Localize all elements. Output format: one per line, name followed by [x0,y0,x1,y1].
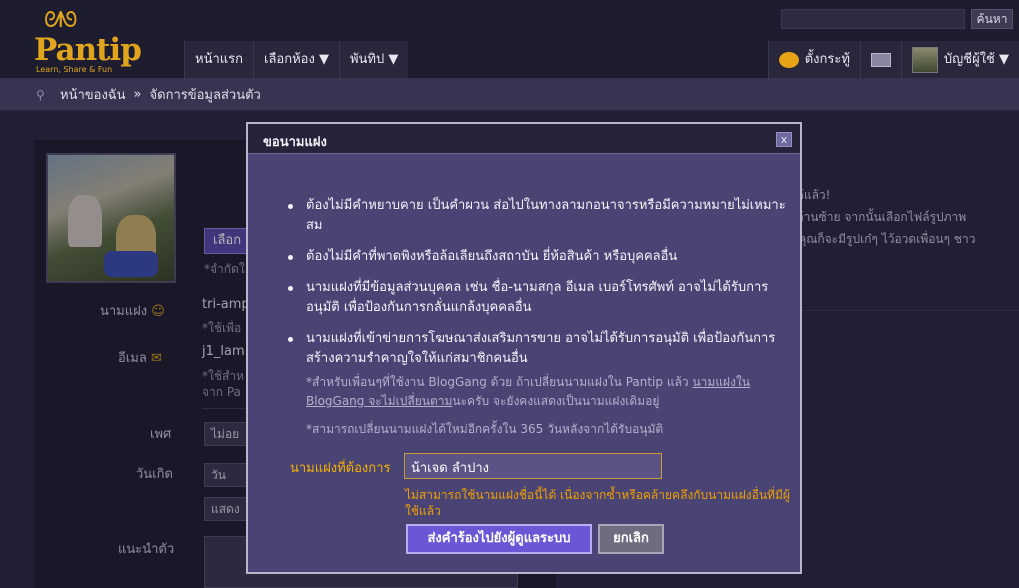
close-icon[interactable]: x [776,132,792,147]
nickname-rules-list: ต้องไม่มีคำหยาบคาย เป็นคำผวน ส่อไปในทางล… [288,196,788,380]
pantip-logo[interactable]: ᘛᘚ Pantip Learn, Share & Fun [30,8,150,74]
breadcrumb-separator: » [133,87,142,102]
submit-request-button[interactable]: ส่งคำร้องไปยังผู้ดูแลระบบ [406,524,592,554]
new-post-button[interactable]: ตั้งกระทู้ [767,41,860,78]
desired-nickname-label: นามแฝงที่ต้องการ [290,461,391,476]
account-label: บัญชีผู้ใช้ ▼ [943,52,1009,67]
desired-nickname-input[interactable]: น้าเจด ลำปาง [404,453,662,479]
user-nav: ตั้งกระทู้ บัญชีผู้ใช้ ▼ [767,41,1019,78]
rule-item: นามแฝงที่มีข้อมูลส่วนบุคคล เช่น ชื่อ-นาม… [288,278,788,318]
note-text: *สำหรับเพื่อนๆที่ใช้งาน BlogGang ด้วย ถ้… [306,375,693,389]
note-text-suffix: นะครับ จะยังคงแสดงเป็นนามแฝงเดิมอยู่ [452,394,660,408]
messages-button[interactable] [859,41,901,78]
mail-icon [870,52,891,67]
nav-select-room[interactable]: เลือกห้อง ▼ [253,41,339,78]
change-limit-note: *สามารถเปลี่ยนนามแฝงได้ใหม่อีกครั้งใน 36… [306,422,664,436]
nav-pantip[interactable]: พันทิป ▼ [338,41,409,78]
breadcrumb: ⚲ หน้าของฉัน » จัดการข้อมูลส่วนตัว [0,78,1019,111]
nickname-request-dialog: ขอนามแฝง x ต้องไม่มีคำหยาบคาย เป็นคำผวน … [246,122,802,574]
top-header: ᘛᘚ Pantip Learn, Share & Fun ค้นหา หน้าแ… [0,0,1019,78]
rule-item: นามแฝงที่เข้าข่ายการโฆษณาส่งเสริมการขาย … [288,329,788,369]
search-button[interactable]: ค้นหา [971,9,1013,29]
dialog-header: ขอนามแฝง x [248,124,800,154]
rule-item: ต้องไม่มีคำหยาบคาย เป็นคำผวน ส่อไปในทางล… [288,196,788,236]
breadcrumb-home[interactable]: หน้าของฉัน [60,84,126,105]
new-post-label: ตั้งกระทู้ [804,52,850,67]
location-pin-icon: ⚲ [36,87,45,102]
bloggang-note: *สำหรับเพื่อนๆที่ใช้งาน BlogGang ด้วย ถ้… [306,373,776,411]
cancel-button[interactable]: ยกเลิก [598,524,664,554]
new-post-icon [778,51,799,68]
breadcrumb-current: จัดการข้อมูลส่วนตัว [149,88,261,103]
logo-text: Pantip [34,32,142,68]
logo-tagline: Learn, Share & Fun [36,65,113,74]
nav-home[interactable]: หน้าแรก [184,41,253,78]
account-menu[interactable]: บัญชีผู้ใช้ ▼ [900,41,1019,78]
error-message: ไม่สามารถใช้นามแฝงชื่อนี้ได้ เนื่องจากซ้… [405,488,790,518]
search-input[interactable] [781,9,965,29]
dialog-title: ขอนามแฝง [263,135,327,150]
logo-glasses-icon: ᘛᘚ [44,8,78,33]
rule-item: ต้องไม่มีคำที่พาดพิงหรือล้อเลียนถึงสถาบั… [288,247,788,267]
main-nav: หน้าแรก เลือกห้อง ▼ พันทิป ▼ [184,41,409,78]
avatar [911,46,938,73]
